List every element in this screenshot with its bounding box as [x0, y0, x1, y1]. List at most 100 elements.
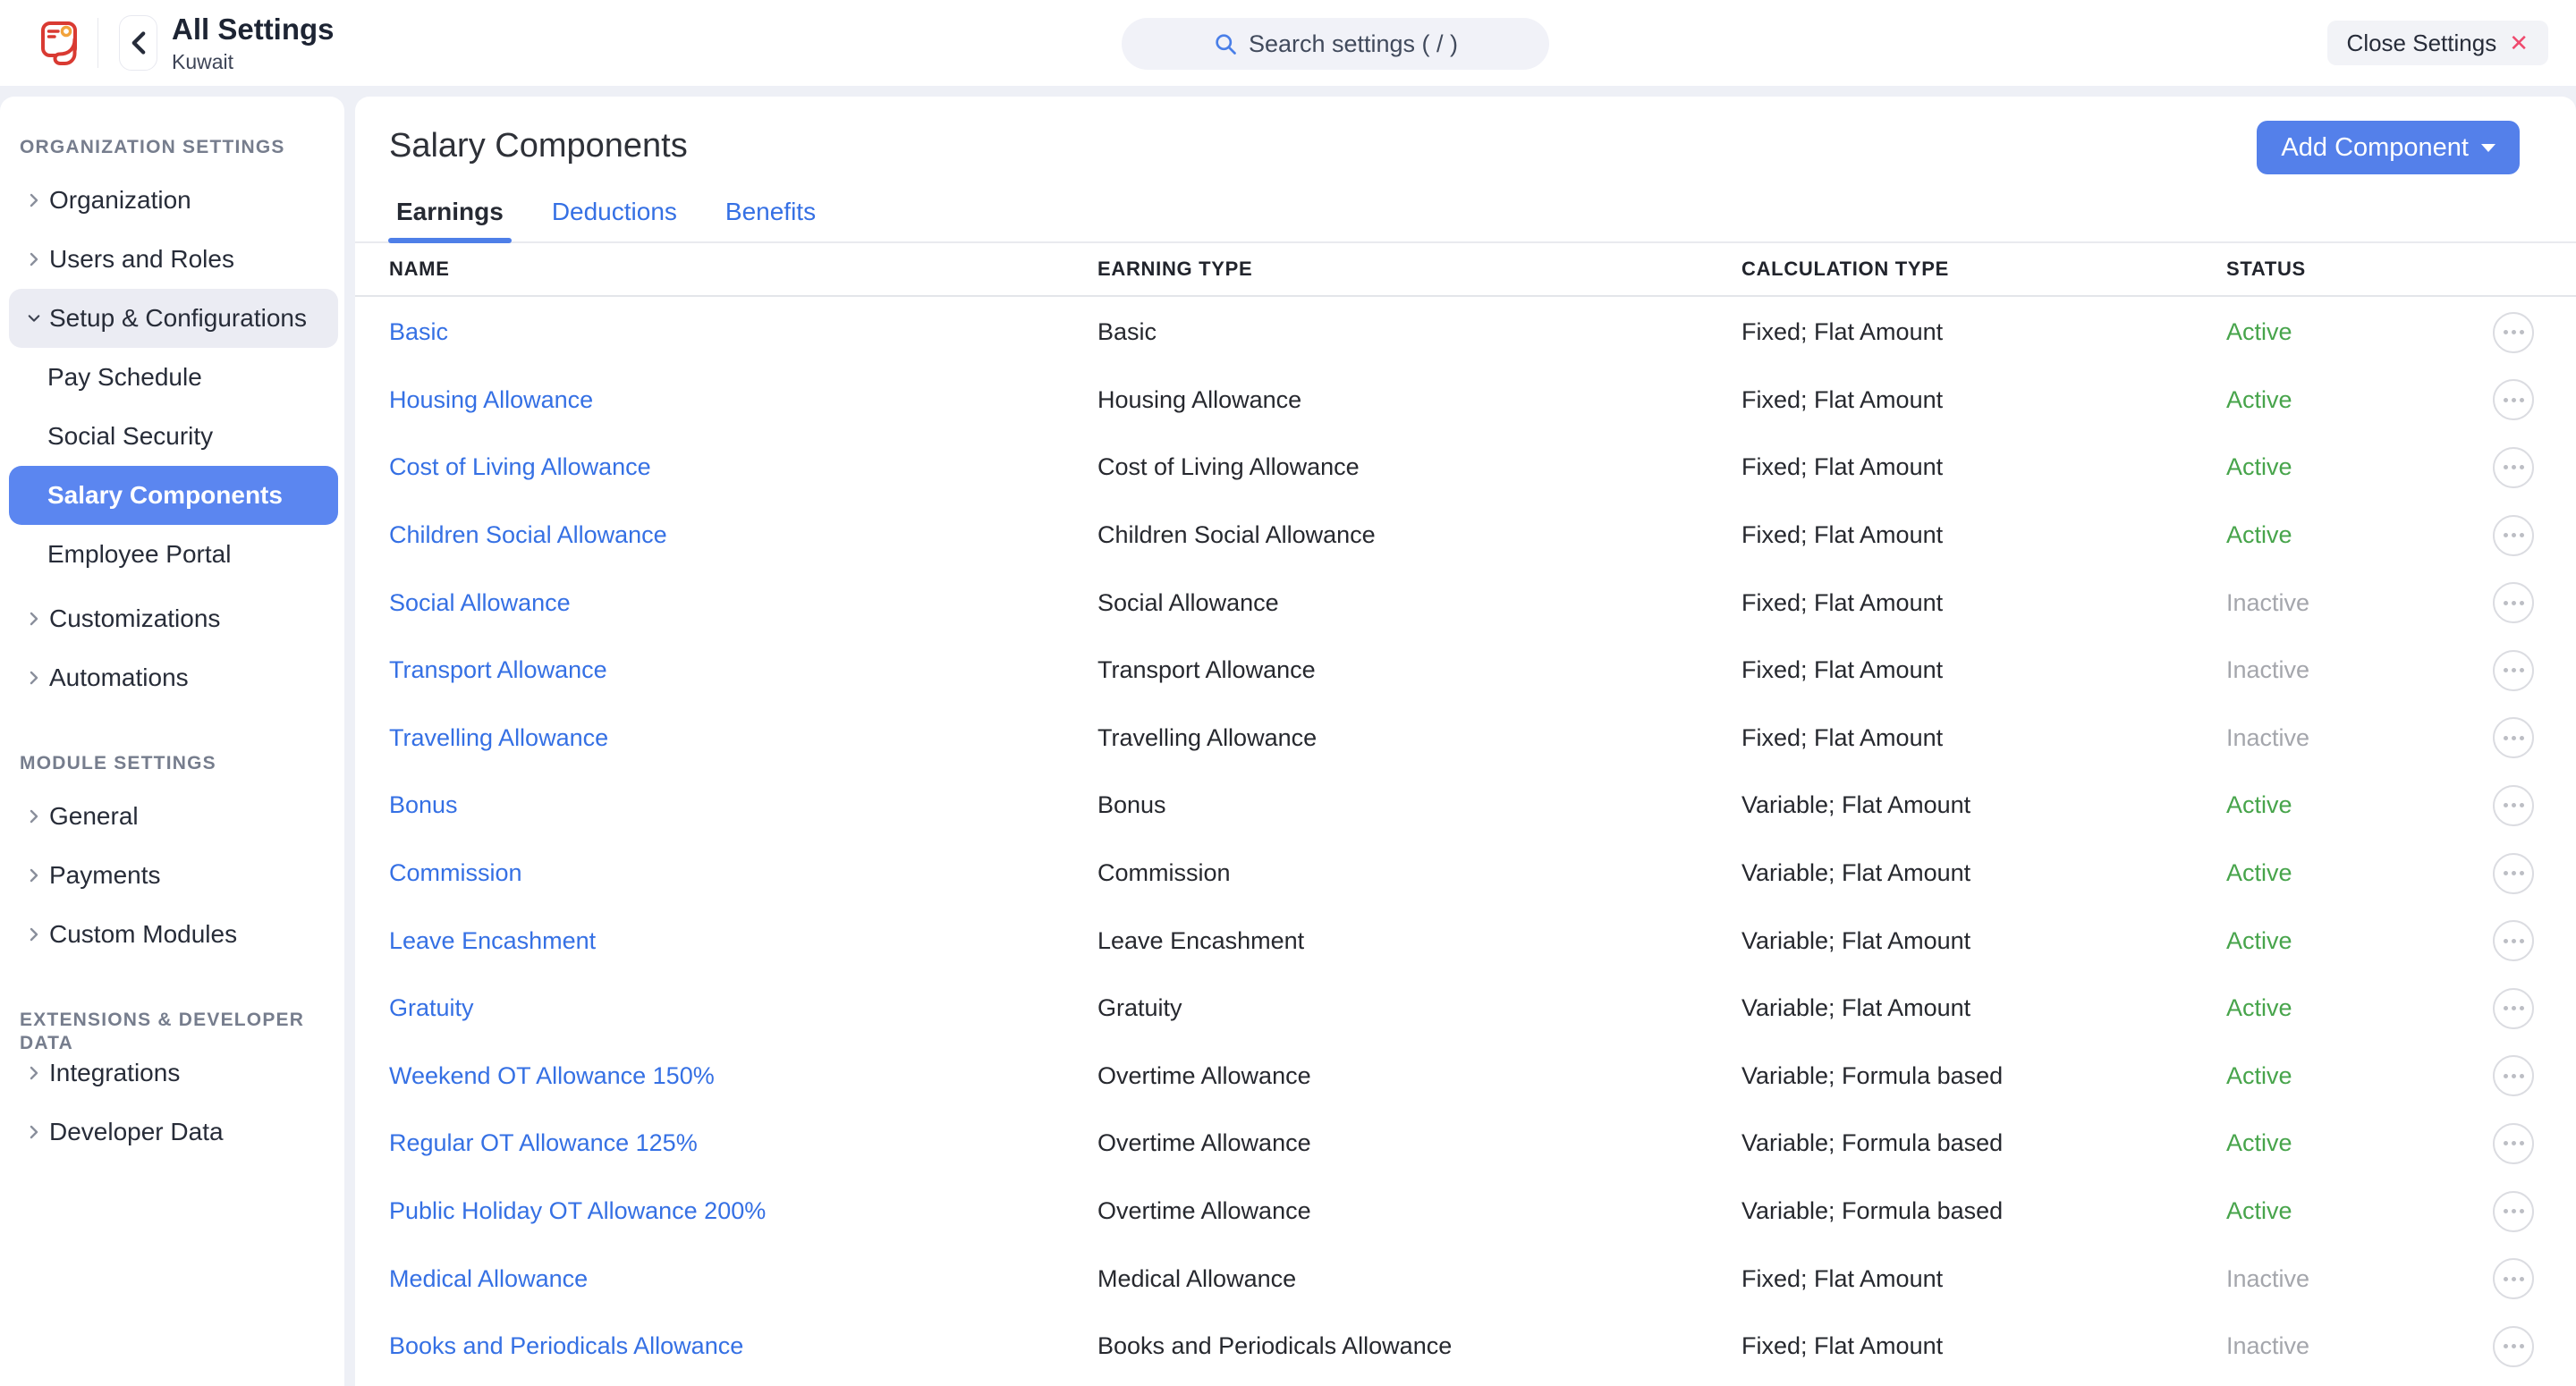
earning-type-cell: Children Social Allowance — [1097, 521, 1741, 549]
component-name-link[interactable]: Public Holiday OT Allowance 200% — [389, 1197, 766, 1224]
sidebar-item-general[interactable]: General — [9, 787, 338, 846]
chevron-right-icon — [28, 1122, 40, 1142]
table-row: Cost of Living Allowance Cost of Living … — [355, 434, 2576, 502]
column-header-calculation-type: CALCULATION TYPE — [1741, 258, 2226, 281]
component-name-link[interactable]: Weekend OT Allowance 150% — [389, 1062, 715, 1089]
component-name-link[interactable]: Bonus — [389, 791, 458, 818]
tab-benefits[interactable]: Benefits — [725, 197, 816, 227]
table-row: Transport Allowance Transport Allowance … — [355, 637, 2576, 705]
sidebar-item-customizations[interactable]: Customizations — [9, 589, 338, 648]
more-options-icon[interactable] — [2493, 312, 2534, 353]
close-settings-button[interactable]: Close Settings ✕ — [2327, 21, 2548, 65]
component-name-link[interactable]: Cost of Living Allowance — [389, 453, 651, 480]
payroll-logo-icon[interactable] — [41, 21, 77, 65]
settings-sidebar: ORGANIZATION SETTINGSOrganizationUsers a… — [0, 97, 344, 1386]
sidebar-item-employee-portal[interactable]: Employee Portal — [9, 525, 338, 584]
more-options-icon[interactable] — [2493, 1258, 2534, 1299]
more-options-icon[interactable] — [2493, 785, 2534, 826]
component-name-link[interactable]: Gratuity — [389, 994, 474, 1021]
chevron-right-icon — [28, 866, 40, 885]
table-row: Bonus Bonus Variable; Flat Amount Active — [355, 772, 2576, 840]
sidebar-item-pay-schedule[interactable]: Pay Schedule — [9, 348, 338, 407]
more-options-icon[interactable] — [2493, 853, 2534, 894]
topbar-titles: All Settings Kuwait — [172, 13, 335, 73]
calculation-type-cell: Variable; Flat Amount — [1741, 859, 2226, 887]
earning-type-cell: Overtime Allowance — [1097, 1197, 1741, 1225]
earning-type-cell: Basic — [1097, 318, 1741, 346]
earning-type-cell: Overtime Allowance — [1097, 1129, 1741, 1157]
back-button[interactable] — [119, 15, 157, 71]
table-row: Books and Periodicals Allowance Books an… — [355, 1313, 2576, 1381]
sidebar-item-label: Organization — [49, 186, 191, 215]
calculation-type-cell: Variable; Formula based — [1741, 1062, 2226, 1090]
sidebar-item-organization[interactable]: Organization — [9, 171, 338, 230]
more-options-icon[interactable] — [2493, 1326, 2534, 1367]
tab-deductions[interactable]: Deductions — [552, 197, 677, 227]
sidebar-item-label: Pay Schedule — [47, 363, 202, 392]
sidebar-item-developer-data[interactable]: Developer Data — [9, 1103, 338, 1162]
more-options-icon[interactable] — [2493, 447, 2534, 488]
earning-type-cell: Medical Allowance — [1097, 1265, 1741, 1293]
table-row: Travelling Allowance Travelling Allowanc… — [355, 705, 2576, 773]
sidebar-item-users-and-roles[interactable]: Users and Roles — [9, 230, 338, 289]
chevron-right-icon — [28, 190, 40, 210]
table-row: Regular OT Allowance 125% Overtime Allow… — [355, 1110, 2576, 1178]
calculation-type-cell: Fixed; Flat Amount — [1741, 386, 2226, 414]
topbar: All Settings Kuwait Search settings ( / … — [0, 0, 2576, 86]
calculation-type-cell: Variable; Flat Amount — [1741, 994, 2226, 1022]
sidebar-item-setup-configurations[interactable]: Setup & Configurations — [9, 289, 338, 348]
more-options-icon[interactable] — [2493, 1191, 2534, 1232]
more-options-icon[interactable] — [2493, 1123, 2534, 1164]
component-name-link[interactable]: Housing Allowance — [389, 386, 593, 413]
add-component-button[interactable]: Add Component — [2257, 121, 2520, 174]
sidebar-section-header-module-settings: MODULE SETTINGS — [20, 752, 325, 775]
table-row: Leave Encashment Leave Encashment Variab… — [355, 907, 2576, 975]
back-chevron-icon — [131, 30, 147, 55]
component-name-link[interactable]: Social Allowance — [389, 589, 571, 616]
more-options-icon[interactable] — [2493, 582, 2534, 623]
status-badge: Inactive — [2226, 1332, 2453, 1360]
status-badge: Active — [2226, 386, 2453, 414]
sidebar-item-social-security[interactable]: Social Security — [9, 407, 338, 466]
sidebar-item-label: Custom Modules — [49, 920, 237, 949]
panel-title: Salary Components — [389, 125, 2576, 166]
sidebar-item-custom-modules[interactable]: Custom Modules — [9, 905, 338, 964]
more-options-icon[interactable] — [2493, 650, 2534, 691]
search-settings-input[interactable]: Search settings ( / ) — [1122, 18, 1549, 70]
chevron-down-icon — [28, 308, 40, 328]
component-name-link[interactable]: Basic — [389, 318, 448, 345]
component-name-link[interactable]: Leave Encashment — [389, 927, 596, 954]
sidebar-item-payments[interactable]: Payments — [9, 846, 338, 905]
more-options-icon[interactable] — [2493, 379, 2534, 420]
earning-type-cell: Transport Allowance — [1097, 656, 1741, 684]
more-options-icon[interactable] — [2493, 515, 2534, 556]
component-name-link[interactable]: Books and Periodicals Allowance — [389, 1332, 743, 1359]
tab-earnings[interactable]: Earnings — [396, 197, 504, 227]
status-badge: Active — [2226, 791, 2453, 819]
sidebar-item-automations[interactable]: Automations — [9, 648, 338, 707]
status-badge: Active — [2226, 859, 2453, 887]
component-name-link[interactable]: Commission — [389, 859, 522, 886]
sidebar-item-salary-components[interactable]: Salary Components — [9, 466, 338, 525]
calculation-type-cell: Variable; Flat Amount — [1741, 927, 2226, 955]
table-row: Children Social Allowance Children Socia… — [355, 502, 2576, 570]
sidebar-subgroup-setup-configurations: Pay Schedule Social SecuritySalary Compon… — [0, 348, 344, 584]
component-name-link[interactable]: Transport Allowance — [389, 656, 607, 683]
calculation-type-cell: Fixed; Flat Amount — [1741, 318, 2226, 346]
sidebar-item-label: Automations — [49, 663, 189, 692]
search-icon — [1213, 31, 1238, 56]
table-row: Housing Allowance Housing Allowance Fixe… — [355, 367, 2576, 435]
earning-type-cell: Gratuity — [1097, 994, 1741, 1022]
component-name-link[interactable]: Medical Allowance — [389, 1265, 588, 1292]
more-options-icon[interactable] — [2493, 1055, 2534, 1096]
more-options-icon[interactable] — [2493, 988, 2534, 1029]
component-name-link[interactable]: Regular OT Allowance 125% — [389, 1129, 698, 1156]
sidebar-item-label: Integrations — [49, 1059, 180, 1087]
calculation-type-cell: Fixed; Flat Amount — [1741, 589, 2226, 617]
more-options-icon[interactable] — [2493, 920, 2534, 961]
component-name-link[interactable]: Children Social Allowance — [389, 521, 667, 548]
column-header-earning-type: EARNING TYPE — [1097, 258, 1741, 281]
more-options-icon[interactable] — [2493, 717, 2534, 758]
component-name-link[interactable]: Travelling Allowance — [389, 724, 608, 751]
status-badge: Active — [2226, 318, 2453, 346]
